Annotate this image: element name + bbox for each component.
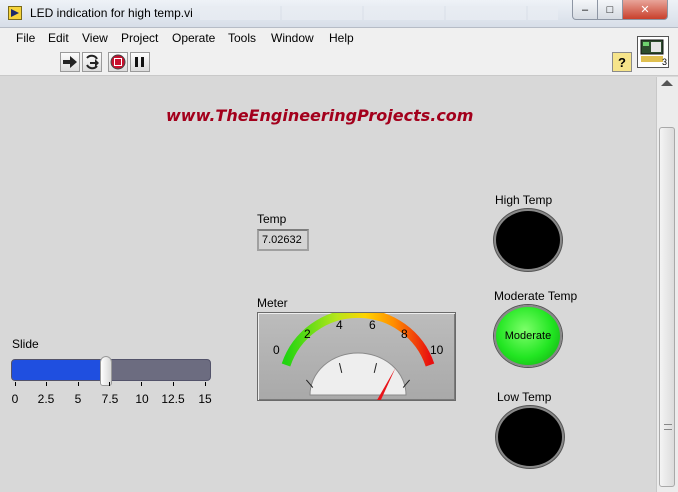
meter-tick-label: 8 [401, 327, 408, 341]
menu-edit[interactable]: Edit [48, 31, 69, 45]
title-bar: LED indication for high temp.vi – □ ✕ [0, 0, 678, 28]
site-url-text: www.TheEngineeringProjects.com [166, 106, 474, 125]
menu-operate[interactable]: Operate [172, 31, 215, 45]
run-arrow-icon [63, 56, 77, 68]
context-help-button[interactable]: ? [612, 52, 632, 72]
labview-vi-icon [8, 6, 22, 20]
menu-project[interactable]: Project [121, 31, 158, 45]
slide-tick-label: 2.5 [37, 392, 55, 406]
slide-tick-label: 7.5 [101, 392, 119, 406]
window-title: LED indication for high temp.vi [30, 6, 193, 20]
meter-tick-label: 10 [430, 343, 444, 357]
slide-track[interactable] [11, 356, 211, 386]
menu-file[interactable]: File [16, 31, 35, 45]
taskbar-ghost [200, 6, 558, 20]
stop-icon [110, 54, 126, 70]
vi-icon-badge: 3 [661, 57, 667, 67]
maximize-button[interactable]: □ [597, 0, 623, 20]
moderate-temp-led-text: Moderate [504, 330, 552, 342]
slide-tick-label: 15 [198, 392, 212, 406]
scroll-up-icon[interactable] [661, 80, 673, 86]
slide-label: Slide [12, 337, 39, 351]
temp-label: Temp [257, 212, 287, 226]
slide-tick [205, 382, 206, 386]
slide-tick-label: 12.5 [161, 392, 185, 406]
menu-help[interactable]: Help [329, 31, 354, 45]
low-temp-led[interactable] [496, 406, 564, 468]
run-button[interactable] [60, 52, 80, 72]
run-continuously-icon [86, 54, 99, 70]
abort-button[interactable] [108, 52, 128, 72]
high-temp-led[interactable] [494, 209, 562, 271]
slide-tick [15, 382, 16, 386]
slide-tick-label: 5 [74, 392, 82, 406]
moderate-temp-led[interactable]: Moderate [494, 305, 562, 367]
slide-tick [78, 382, 79, 386]
pause-button[interactable] [130, 52, 150, 72]
vi-connector-pane-icon[interactable]: 3 [637, 36, 669, 68]
minimize-icon: – [581, 3, 589, 16]
run-continuously-button[interactable] [82, 52, 102, 72]
slide-tick [46, 382, 47, 386]
meter-label: Meter [257, 296, 288, 310]
maximize-icon: □ [606, 3, 614, 16]
meter-tick-label: 4 [336, 318, 343, 332]
menu-window[interactable]: Window [271, 31, 314, 45]
menu-tools[interactable]: Tools [228, 31, 256, 45]
slide-tick-label: 10 [135, 392, 149, 406]
close-button[interactable]: ✕ [622, 0, 668, 20]
scroll-thumb[interactable] [659, 127, 675, 487]
meter-tick-label: 6 [369, 318, 376, 332]
slide-tick [109, 382, 110, 386]
meter-gauge: 0 2 4 6 8 10 [257, 308, 456, 416]
close-icon: ✕ [640, 4, 650, 16]
menu-bar: File Edit View Project Operate Tools Win… [0, 28, 678, 48]
meter-tick-label: 2 [304, 327, 311, 341]
slide-fill [12, 360, 106, 380]
menu-view[interactable]: View [82, 31, 108, 45]
slide-tick [173, 382, 174, 386]
toolbar: ? [0, 48, 678, 76]
meter-face [281, 308, 435, 416]
meter-hub [309, 352, 407, 396]
slide-tick [141, 382, 142, 386]
help-icon: ? [618, 54, 626, 70]
temp-numeric-indicator: 7.02632 [257, 229, 309, 251]
pause-icon [135, 57, 144, 67]
vertical-scrollbar[interactable] [656, 77, 678, 492]
scroll-grip-icon [664, 424, 672, 430]
minimize-button[interactable]: – [572, 0, 598, 20]
meter-tick-label: 0 [273, 343, 280, 357]
slide-tick-label: 0 [11, 392, 19, 406]
high-temp-label: High Temp [495, 193, 553, 207]
moderate-temp-label: Moderate Temp [494, 289, 578, 303]
low-temp-label: Low Temp [497, 390, 552, 404]
